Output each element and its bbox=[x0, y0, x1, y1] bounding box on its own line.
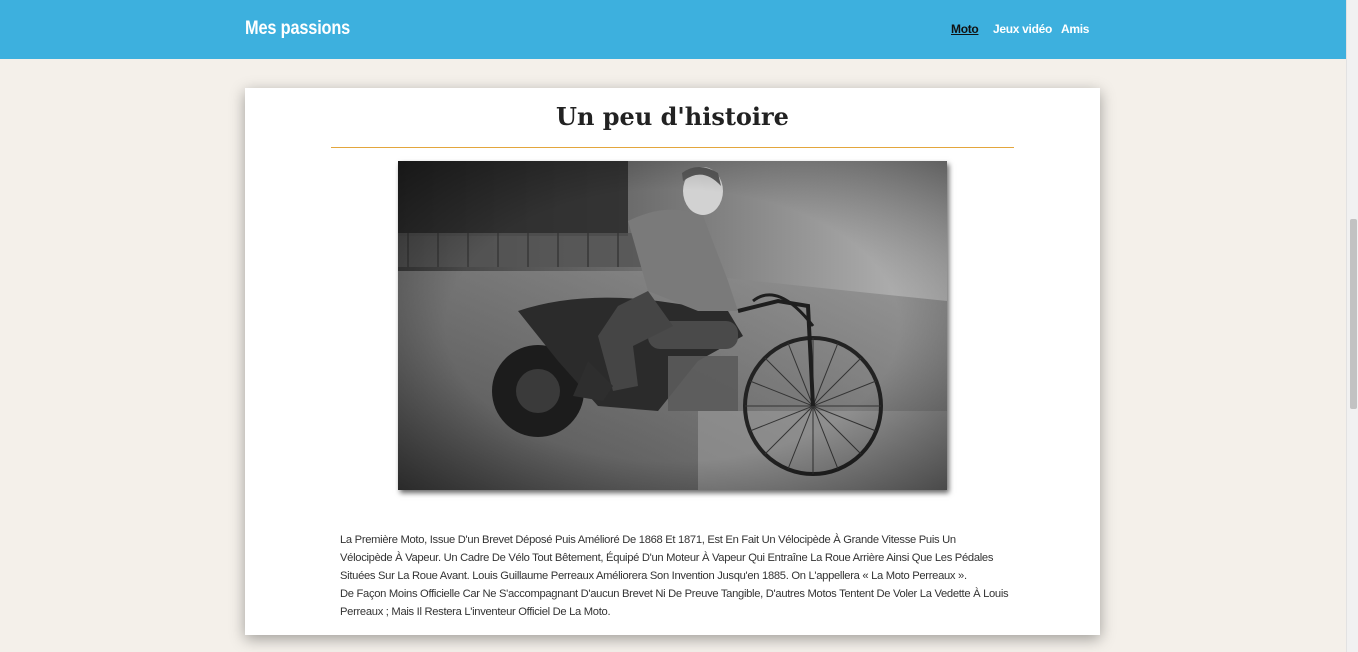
nav-link-moto[interactable]: Moto bbox=[951, 22, 979, 36]
article-card: Un peu d'histoire La Première Moto, Issu… bbox=[245, 88, 1100, 635]
title-divider bbox=[331, 147, 1014, 148]
nav-link-amis[interactable]: Amis bbox=[1061, 22, 1089, 36]
article-body: La Première Moto, Issue D'un Brevet Dépo… bbox=[340, 531, 1010, 621]
main-nav: Moto Jeux vidéo Amis bbox=[0, 22, 1346, 42]
nav-link-jeux-video[interactable]: Jeux vidéo bbox=[993, 22, 1052, 36]
article-paragraph: De Façon Moins Officielle Car Ne S'accom… bbox=[340, 588, 1009, 618]
page-scrollbar[interactable] bbox=[1346, 0, 1358, 652]
vintage-motorcycle-photo bbox=[398, 161, 947, 490]
top-navbar: Mes passions Moto Jeux vidéo Amis bbox=[0, 0, 1346, 59]
article-title: Un peu d'histoire bbox=[556, 102, 789, 131]
scrollbar-thumb[interactable] bbox=[1350, 219, 1357, 409]
article-paragraph: La Première Moto, Issue D'un Brevet Dépo… bbox=[340, 534, 994, 582]
